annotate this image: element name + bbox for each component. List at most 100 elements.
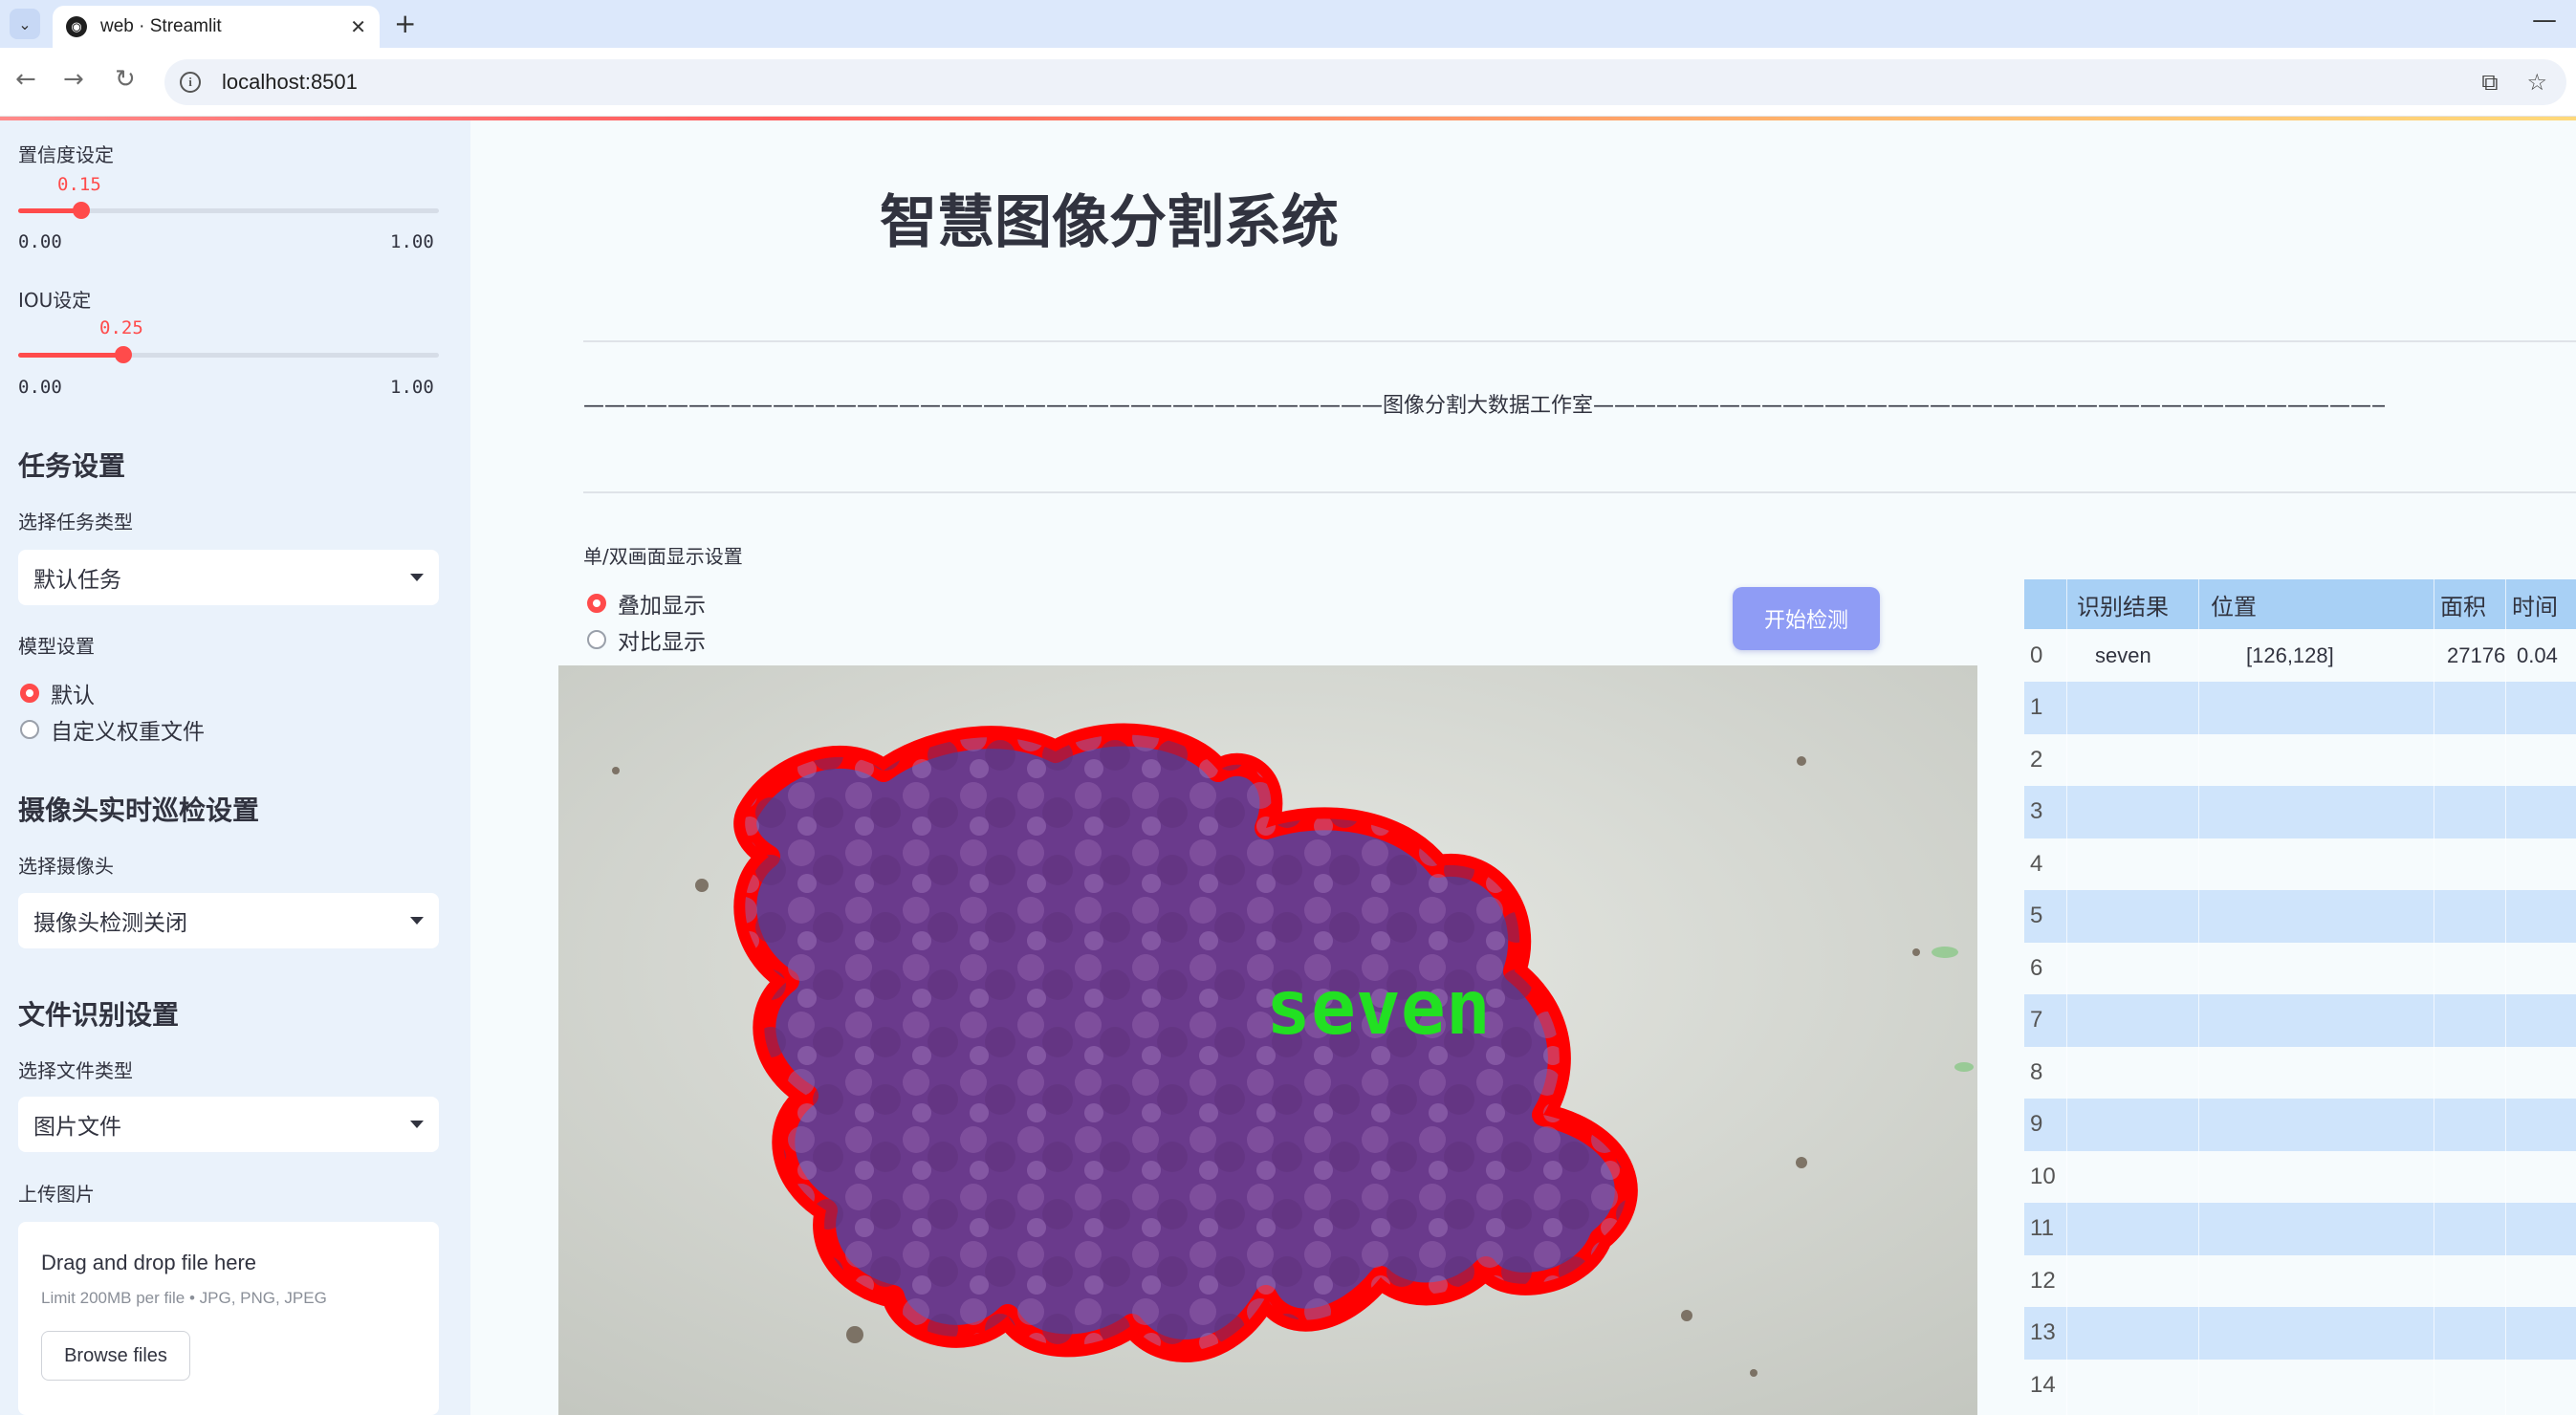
camera-select-label: 选择摄像头 [18,855,114,878]
main-content: 智慧图像分割系统 ———————————————————————————————… [470,120,2576,1415]
task-type-select[interactable]: 默认任务 [18,550,439,605]
tab-search-chevron-icon[interactable]: ⌄ [10,9,40,39]
model-option-custom-label: 自定义权重文件 [51,720,205,745]
row-index: 11 [2030,1215,2054,1241]
file-type-label: 选择文件类型 [18,1059,133,1082]
bookmark-star-icon[interactable]: ☆ [2526,69,2547,96]
task-type-value: 默认任务 [33,568,121,593]
new-tab-icon[interactable]: + [394,8,416,39]
display-option-compare[interactable]: 对比显示 [587,623,706,656]
table-row[interactable]: 0 seven [126,128] 27176 0.04 [2024,629,2576,682]
results-table[interactable]: 识别结果 位置 面积 时间 0 seven [126,128] 27176 0.04 1 2… [2024,579,2576,1415]
display-mode-label: 单/双画面显示设置 [583,545,743,568]
header-time: 时间 [2512,594,2558,620]
iou-label: IOU设定 [18,289,92,312]
file-settings-heading: 文件识别设置 [18,999,180,1031]
column-divider [2198,579,2199,1415]
chevron-down-icon [410,917,424,925]
url-text[interactable]: localhost:8501 [222,70,358,95]
cell-time: 0.04 [2517,642,2558,667]
uploader-title: Drag and drop file here [41,1251,257,1274]
chevron-down-icon [410,1121,424,1128]
header-result: 识别结果 [2077,594,2169,620]
table-row[interactable]: 9 [2024,1098,2576,1151]
table-row[interactable]: 13 [2024,1306,2576,1360]
camera-select[interactable]: 摄像头检测关闭 [18,893,439,948]
row-index: 0 [2030,642,2043,668]
model-settings-label: 模型设置 [18,635,95,658]
omnibox[interactable]: i localhost:8501 ⧉ ☆ [164,59,2566,105]
table-row[interactable]: 12 [2024,1254,2576,1307]
site-info-icon[interactable]: i [180,72,201,93]
upload-image-label: 上传图片 [18,1183,95,1206]
table-row[interactable]: 2 [2024,733,2576,786]
minimize-window-icon[interactable]: — [2532,6,2557,34]
row-index: 6 [2030,954,2043,981]
row-index: 3 [2030,798,2043,824]
iou-slider-fill [18,353,123,358]
header-position: 位置 [2211,594,2257,620]
divider [583,491,2576,493]
row-index: 1 [2030,694,2043,720]
task-settings-heading: 任务设置 [18,450,126,482]
segmentation-result-image: seven [558,665,1977,1415]
browser-tab[interactable]: ◉ web · Streamlit ✕ [53,6,380,48]
row-index: 4 [2030,850,2043,877]
column-divider [2066,579,2067,1415]
studio-banner: ——————————————————————————————————————图像… [583,394,2385,418]
table-row[interactable]: 11 [2024,1202,2576,1255]
radio-selected-icon[interactable] [587,594,606,613]
row-index: 13 [2030,1319,2056,1345]
table-row[interactable]: 3 [2024,785,2576,838]
cell-area: 27176 [2447,642,2506,667]
confidence-slider[interactable] [18,202,439,219]
address-bar: ← → ↻ i localhost:8501 ⧉ ☆ [0,48,2576,117]
row-index: 14 [2030,1371,2056,1398]
file-type-select[interactable]: 图片文件 [18,1097,439,1152]
model-option-custom[interactable]: 自定义权重文件 [20,713,205,746]
table-row[interactable]: 6 [2024,942,2576,994]
confidence-value: 0.15 [57,174,101,195]
confidence-slider-thumb[interactable] [73,202,90,219]
radio-unselected-icon[interactable] [587,630,606,649]
table-row[interactable]: 7 [2024,993,2576,1047]
divider [583,340,2576,342]
table-row[interactable]: 14 [2024,1359,2576,1411]
reload-icon[interactable]: ↻ [115,65,136,94]
display-option-overlay-label: 叠加显示 [618,594,706,619]
model-option-default[interactable]: 默认 [20,677,95,709]
close-tab-icon[interactable]: ✕ [350,15,366,38]
radio-selected-icon[interactable] [20,684,39,703]
header-area: 面积 [2440,594,2486,620]
file-uploader-dropzone[interactable]: Drag and drop file here Limit 200MB per … [18,1222,439,1415]
display-option-overlay[interactable]: 叠加显示 [587,587,706,620]
row-index: 12 [2030,1267,2056,1294]
forward-arrow-icon[interactable]: → [63,65,84,94]
file-type-value: 图片文件 [33,1115,121,1140]
column-divider [2505,579,2506,1415]
confidence-max: 1.00 [390,231,434,252]
detection-class-label: seven [1266,966,1491,1052]
table-row[interactable]: 8 [2024,1046,2576,1099]
iou-slider-thumb[interactable] [115,346,132,363]
iou-max: 1.00 [390,377,434,398]
iou-slider[interactable] [18,346,439,363]
confidence-min: 0.00 [18,231,62,252]
camera-select-value: 摄像头检测关闭 [33,911,187,936]
browse-files-button[interactable]: Browse files [41,1331,190,1381]
row-index: 7 [2030,1007,2043,1033]
radio-unselected-icon[interactable] [20,720,39,739]
confidence-label: 置信度设定 [18,143,114,166]
table-row[interactable]: 1 [2024,681,2576,734]
table-row[interactable]: 5 [2024,889,2576,943]
row-index: 8 [2030,1058,2043,1085]
cell-result: seven [2095,642,2151,667]
start-detection-button[interactable]: 开始检测 [1733,587,1880,650]
table-row[interactable]: 10 [2024,1150,2576,1203]
page-title: 智慧图像分割系统 [880,189,1339,256]
translate-icon[interactable]: ⧉ [2481,69,2498,96]
camera-settings-heading: 摄像头实时巡检设置 [18,795,260,826]
display-option-compare-label: 对比显示 [618,630,706,655]
back-arrow-icon[interactable]: ← [15,65,36,94]
table-row[interactable]: 4 [2024,838,2576,890]
